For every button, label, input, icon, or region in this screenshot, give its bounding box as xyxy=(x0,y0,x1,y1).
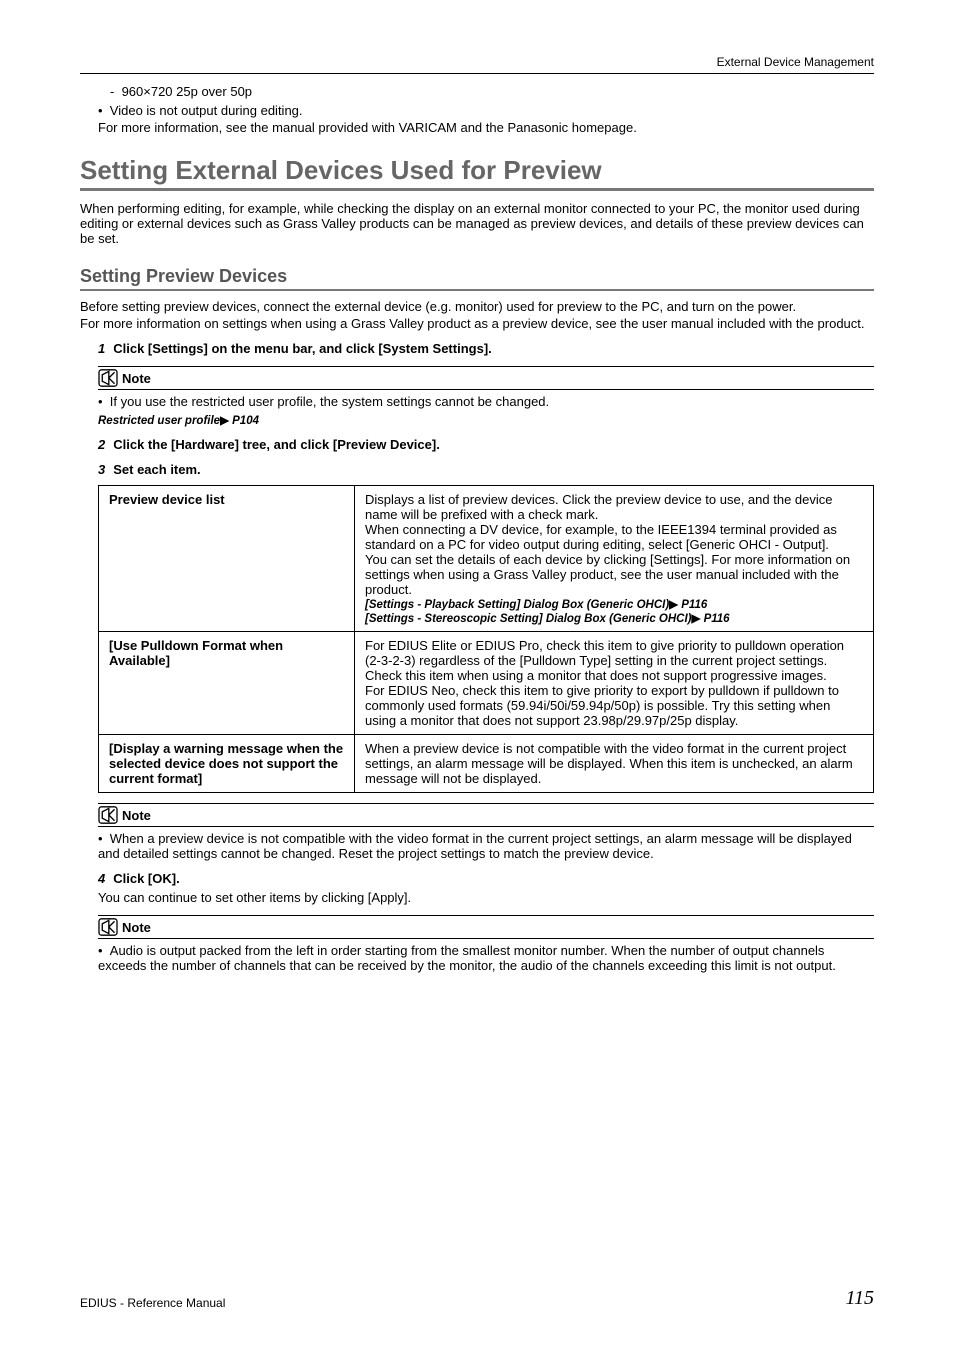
stereoscopic-setting-link[interactable]: [Settings - Stereoscopic Setting] Dialog… xyxy=(365,611,863,625)
note-3-text: Audio is output packed from the left in … xyxy=(98,943,836,973)
page-header: External Device Management xyxy=(80,55,874,73)
note-1-text: If you use the restricted user profile, … xyxy=(110,394,549,409)
format-item: 960×720 25p over 50p xyxy=(122,84,252,99)
heading-setting-preview-devices: Setting Preview Devices xyxy=(80,266,874,291)
h1-body: When performing editing, for example, wh… xyxy=(80,201,874,246)
row-preview-device-list-desc: Displays a list of preview devices. Clic… xyxy=(355,486,874,632)
playback-setting-link[interactable]: [Settings - Playback Setting] Dialog Box… xyxy=(365,597,863,611)
header-rule xyxy=(80,73,874,74)
h2-body-2: For more information on settings when us… xyxy=(80,316,874,331)
row-warning-desc: When a preview device is not compatible … xyxy=(355,735,874,793)
row-pulldown-desc: For EDIUS Elite or EDIUS Pro, check this… xyxy=(355,632,874,735)
step-4: 4Click [OK]. xyxy=(98,871,874,886)
note-icon xyxy=(98,918,118,936)
note-icon xyxy=(98,369,118,387)
video-output-line: • Video is not output during editing. xyxy=(98,103,874,118)
note-label: Note xyxy=(122,920,151,935)
h1-rule xyxy=(80,188,874,191)
note-block-3: Note • Audio is output packed from the l… xyxy=(98,915,874,973)
heading-setting-external-devices: Setting External Devices Used for Previe… xyxy=(80,155,874,188)
note-block-1: Note • If you use the restricted user pr… xyxy=(98,366,874,409)
h2-body-1: Before setting preview devices, connect … xyxy=(80,299,874,314)
after-step-4: You can continue to set other items by c… xyxy=(98,890,874,905)
format-list: - 960×720 25p over 50p xyxy=(98,84,874,99)
step-1: 1Click [Settings] on the menu bar, and c… xyxy=(98,341,874,356)
row-pulldown-label: [Use Pulldown Format when Available] xyxy=(99,632,355,735)
row-warning-label: [Display a warning message when the sele… xyxy=(99,735,355,793)
note-block-2: Note • When a preview device is not comp… xyxy=(98,803,874,861)
step-3: 3Set each item. xyxy=(98,462,874,477)
footer-page-number: 115 xyxy=(845,1287,874,1310)
settings-table: Preview device list Displays a list of p… xyxy=(98,485,874,793)
row-preview-device-list-label: Preview device list xyxy=(99,486,355,632)
more-info-line: For more information, see the manual pro… xyxy=(98,120,874,135)
footer-manual-title: EDIUS - Reference Manual xyxy=(80,1296,225,1310)
restricted-profile-link[interactable]: Restricted user profile▶ P104 xyxy=(98,413,874,427)
step-2: 2Click the [Hardware] tree, and click [P… xyxy=(98,437,874,452)
note-2-text: When a preview device is not compatible … xyxy=(98,831,852,861)
note-label: Note xyxy=(122,371,151,386)
note-label: Note xyxy=(122,808,151,823)
note-icon xyxy=(98,806,118,824)
